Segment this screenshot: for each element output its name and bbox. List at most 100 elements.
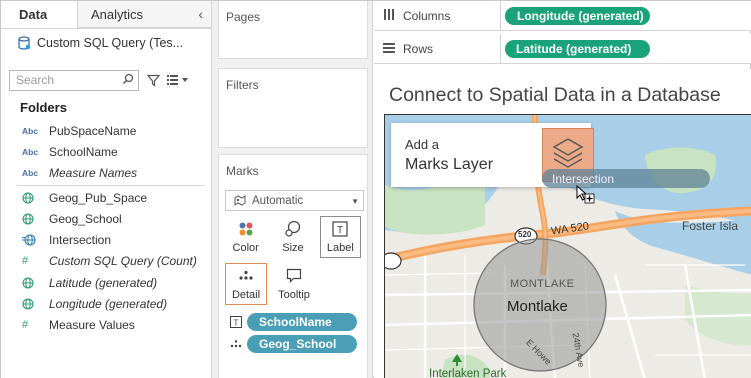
color-label: Color	[232, 242, 259, 254]
columns-label: Columns	[403, 8, 451, 23]
mark-type-icon	[234, 195, 246, 206]
columns-shelf[interactable]: Columns Longitude (generated)	[374, 1, 751, 31]
search-row: Search	[1, 65, 211, 95]
dragged-intersection-pill[interactable]: Intersection	[542, 169, 710, 188]
interlaken-label: Interlaken Park	[429, 368, 507, 378]
latitude-pill[interactable]: Latitude (generated)	[505, 39, 650, 58]
detail-button[interactable]: Detail	[225, 263, 267, 305]
label-label: Label	[326, 242, 354, 254]
field-item[interactable]: Abc PubSpaceName	[1, 120, 211, 141]
viz-area: Connect to Spatial Data in a Database WA…	[374, 69, 751, 378]
field-item[interactable]: # Custom SQL Query (Count)	[1, 251, 211, 272]
tab-analytics[interactable]: Analytics	[78, 1, 184, 28]
detail-small-icon	[229, 339, 243, 349]
data-pane-tabs: Data Analytics ‹	[1, 1, 211, 29]
field-item[interactable]: Intersection	[1, 229, 211, 250]
tooltip-button[interactable]: Tooltip	[273, 263, 315, 305]
longitude-pill[interactable]: Longitude (generated)	[505, 6, 650, 25]
mark-buttons-row1: Color Size T Label	[225, 216, 367, 258]
search-input[interactable]: Search	[9, 69, 139, 91]
field-item[interactable]: Abc SchoolName	[1, 141, 211, 162]
field-name: Latitude (generated)	[49, 275, 158, 290]
field-name: Measure Names	[49, 166, 138, 181]
search-icon	[122, 73, 134, 88]
add-layer-line1: Add a	[405, 137, 439, 152]
tooltip-label: Tooltip	[278, 289, 310, 301]
pages-title: Pages	[226, 10, 261, 24]
svg-text:T: T	[234, 318, 239, 327]
field-item[interactable]: Geog_School	[1, 208, 211, 229]
folders-heading: Folders	[20, 99, 67, 115]
data-pane: Data Analytics ‹ Custom SQL Query (Tes..…	[1, 1, 212, 378]
tab-data[interactable]: Data	[1, 1, 78, 28]
chevron-down-icon: ▼	[351, 197, 359, 206]
drag-cursor-icon	[576, 185, 595, 204]
field-name: Geog_School	[49, 211, 122, 226]
mark-type-value: Automatic	[252, 194, 304, 207]
field-name: SchoolName	[49, 144, 118, 159]
filters-title: Filters	[226, 78, 259, 92]
field-item[interactable]: Latitude (generated)	[1, 272, 211, 293]
color-button[interactable]: Color	[225, 216, 266, 258]
detail-label: Detail	[231, 289, 261, 301]
montlake-caps-label: MONTLAKE	[510, 278, 575, 290]
text-icon: T	[229, 316, 243, 328]
pages-card[interactable]: Pages	[218, 1, 368, 59]
filter-icon[interactable]	[145, 72, 161, 88]
field-item[interactable]: Geog_Pub_Space	[1, 187, 211, 208]
rows-shelf[interactable]: Rows Latitude (generated)	[374, 34, 751, 64]
field-item[interactable]: Abc Measure Names	[1, 163, 211, 184]
marks-card: Marks Automatic ▼ Color Size T Label Det…	[218, 154, 368, 378]
globe-icon	[22, 213, 44, 225]
rows-icon	[383, 42, 398, 56]
tooltip-icon	[286, 266, 302, 286]
number-type-icon: #	[22, 319, 29, 332]
number-type-icon: #	[22, 255, 29, 268]
rows-label: Rows	[403, 41, 434, 56]
foster-label: Foster Isla	[682, 219, 739, 233]
field-name: PubSpaceName	[49, 123, 137, 138]
label-icon: T	[332, 219, 348, 239]
size-button[interactable]: Size	[272, 216, 313, 258]
search-placeholder: Search	[16, 73, 55, 87]
viz-title[interactable]: Connect to Spatial Data in a Database	[389, 84, 721, 107]
size-label: Size	[282, 242, 304, 254]
globe-icon	[22, 191, 44, 204]
field-name: Geog_Pub_Space	[49, 190, 148, 205]
data-source-item[interactable]: Custom SQL Query (Tes...	[1, 29, 211, 57]
columns-icon	[383, 8, 398, 23]
globe-icon	[22, 277, 44, 289]
schoolname-pill[interactable]: SchoolName	[247, 313, 357, 331]
field-name: Longitude (generated)	[49, 297, 168, 312]
field-item[interactable]: Longitude (generated)	[1, 293, 211, 314]
mark-pill-row-schoolname: T SchoolName	[229, 313, 367, 331]
filters-card[interactable]: Filters	[218, 68, 368, 148]
field-separator	[17, 184, 205, 186]
columns-label-area: Columns	[374, 1, 501, 30]
string-type-icon: Abc	[22, 146, 39, 157]
mark-type-dropdown[interactable]: Automatic ▼	[225, 190, 364, 211]
field-item[interactable]: # Measure Values	[1, 315, 211, 336]
data-source-name: Custom SQL Query (Tes...	[37, 36, 184, 50]
string-type-icon: Abc	[22, 125, 39, 136]
label-button[interactable]: T Label	[319, 216, 361, 258]
add-layer-line2: Marks Layer	[405, 156, 494, 173]
field-name: Measure Values	[49, 318, 135, 333]
geog-school-pill[interactable]: Geog_School	[247, 335, 357, 353]
size-icon	[284, 219, 302, 239]
field-list: Abc PubSpaceName Abc SchoolName Abc Measure N…	[1, 120, 211, 336]
shelves-column: Pages Filters Marks Automatic ▼ Color Si…	[212, 1, 373, 378]
collapse-pane-icon[interactable]: ‹	[184, 1, 211, 28]
detail-icon	[238, 266, 254, 286]
calculated-globe-icon	[22, 234, 44, 246]
marks-title: Marks	[226, 164, 259, 178]
database-icon	[17, 36, 31, 50]
globe-icon	[22, 298, 44, 310]
montlake-label: Montlake	[507, 298, 568, 315]
view-options-icon[interactable]	[167, 72, 189, 88]
mark-pill-row-geog-school: Geog_School	[229, 335, 367, 353]
mark-buttons-row2: Detail Tooltip	[225, 263, 367, 305]
highway-shield-label: 520	[518, 230, 532, 239]
color-icon	[238, 219, 254, 239]
rows-label-area: Rows	[374, 34, 501, 63]
